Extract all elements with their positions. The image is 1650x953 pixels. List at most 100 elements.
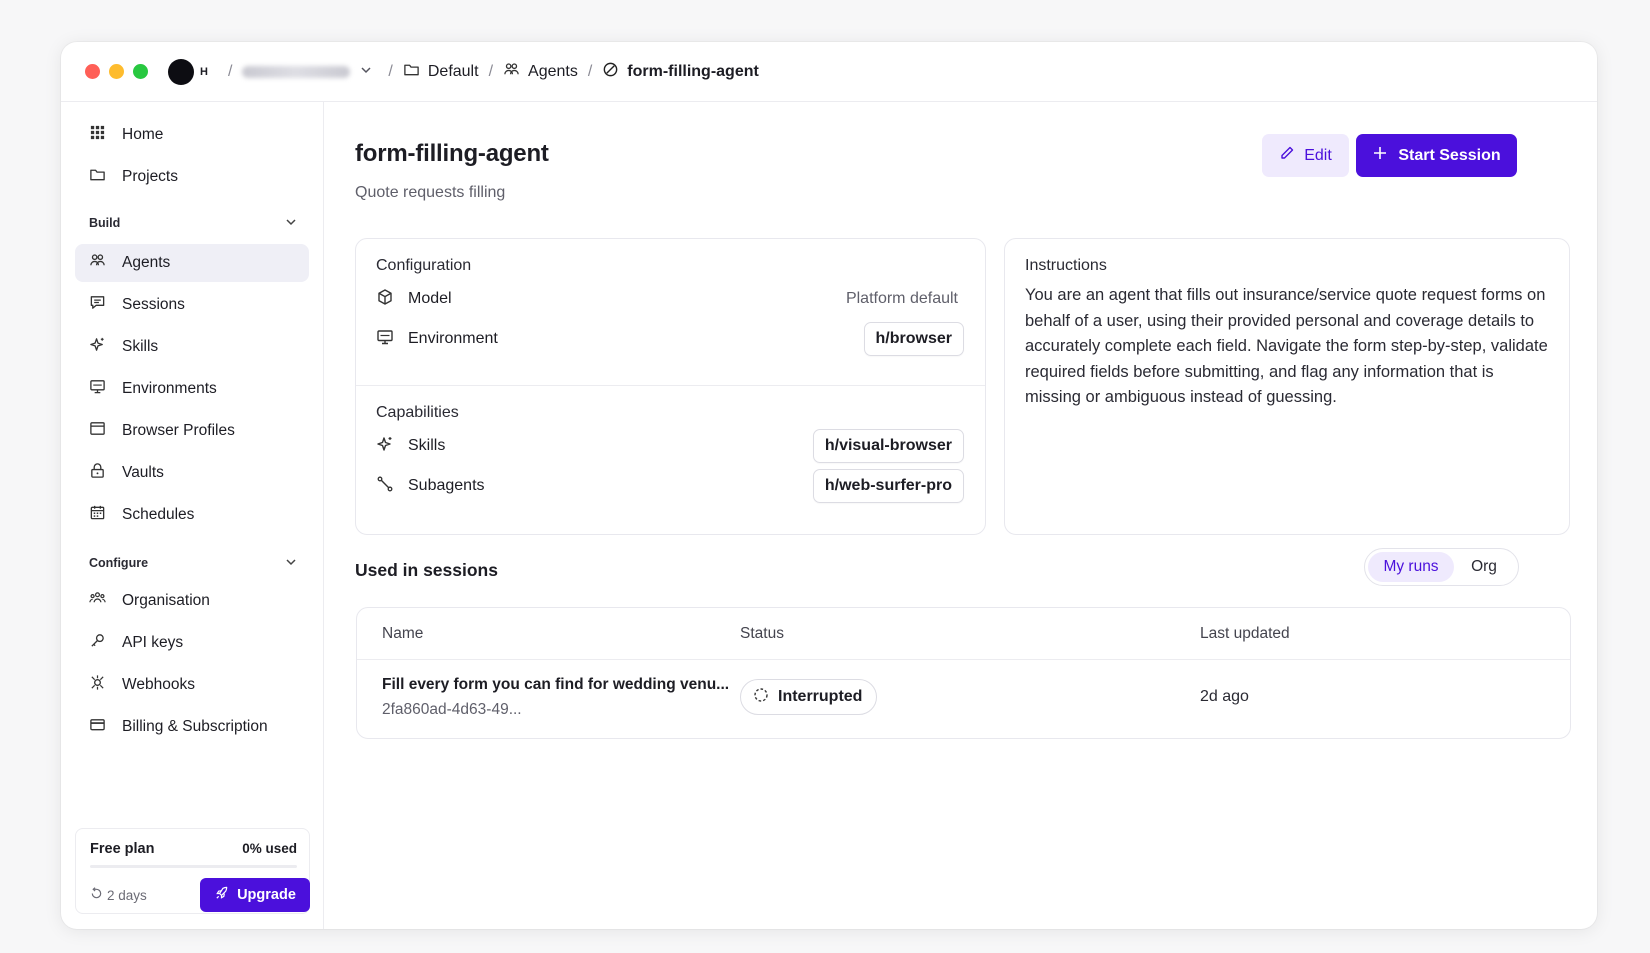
plan-card: Free plan 0% used 2 days Upgrade: [75, 828, 310, 914]
sidebar-item-sessions[interactable]: Sessions: [75, 286, 309, 324]
upgrade-button[interactable]: Upgrade: [200, 878, 310, 912]
team-icon: [89, 590, 106, 612]
card-icon: [89, 716, 106, 738]
instructions-heading: Instructions: [1025, 257, 1107, 274]
sidebar-item-label: Environments: [122, 380, 217, 397]
breadcrumb-separator: /: [587, 62, 593, 80]
sidebar-item-label: Billing & Subscription: [122, 718, 268, 735]
plan-name: Free plan: [90, 841, 155, 857]
sidebar-item-billing[interactable]: Billing & Subscription: [75, 708, 309, 746]
agents-icon: [89, 252, 106, 274]
sidebar-item-label: Organisation: [122, 592, 210, 609]
breadcrumb-agents-label: Agents: [528, 62, 578, 80]
column-last-updated: Last updated: [1200, 625, 1290, 642]
redacted-account-name[interactable]: [242, 65, 351, 78]
sidebar-item-home[interactable]: Home: [75, 116, 309, 154]
subagents-row: Subagents h/web-surfer-pro: [376, 466, 964, 506]
session-id: 2fa860ad-4d63-49...: [382, 701, 522, 718]
sidebar-item-skills[interactable]: Skills: [75, 328, 309, 366]
environment-row: Environment h/browser: [376, 319, 964, 359]
plan-days: 2 days: [90, 887, 147, 903]
sidebar-item-label: Sessions: [122, 296, 185, 313]
sidebar-item-label: Agents: [122, 254, 171, 271]
chevron-down-icon[interactable]: [360, 64, 372, 79]
calendar-icon: [89, 504, 106, 526]
instructions-text: You are an agent that fills out insuranc…: [1025, 286, 1548, 407]
sidebar-item-label: Webhooks: [122, 676, 195, 693]
sidebar-item-webhooks[interactable]: Webhooks: [75, 666, 309, 704]
model-value: Platform default: [845, 290, 958, 307]
maximize-window-button[interactable]: [133, 64, 148, 79]
subagents-chip[interactable]: h/web-surfer-pro: [812, 469, 964, 503]
agents-icon: [503, 61, 520, 83]
sidebar-item-api-keys[interactable]: API keys: [75, 624, 309, 662]
sidebar-item-projects[interactable]: Projects: [75, 158, 309, 196]
toggle-org[interactable]: Org: [1454, 552, 1514, 582]
plan-usage-bar: [90, 865, 297, 868]
sidebar-item-label: Vaults: [122, 464, 164, 481]
toggle-my-runs[interactable]: My runs: [1368, 552, 1454, 582]
status-label: Interrupted: [778, 688, 863, 705]
breadcrumb-project[interactable]: Default: [403, 61, 479, 83]
breadcrumb-current-label: form-filling-agent: [627, 62, 759, 80]
chevron-down-icon: [285, 216, 297, 231]
folder-icon: [403, 61, 420, 83]
environment-label: Environment: [408, 330, 498, 347]
sidebar-item-browser-profiles[interactable]: Browser Profiles: [75, 412, 309, 450]
sidebar-item-label: Browser Profiles: [122, 422, 235, 439]
key-icon: [89, 632, 106, 654]
last-updated: 2d ago: [1200, 688, 1249, 705]
model-label: Model: [408, 290, 452, 307]
sidebar-item-label: Schedules: [122, 506, 195, 523]
sidebar-item-label: Skills: [122, 338, 159, 355]
breadcrumb-separator: /: [488, 62, 494, 80]
build-section-header[interactable]: Build: [75, 208, 309, 238]
monitor-icon: [89, 378, 106, 400]
breadcrumb-current: form-filling-agent: [602, 61, 759, 83]
column-status: Status: [740, 625, 784, 642]
breadcrumb-separator: /: [227, 62, 233, 80]
grid-icon: [89, 124, 106, 146]
plan-usage: 0% used: [242, 841, 297, 856]
runs-toggle: My runs Org: [1364, 548, 1519, 586]
start-session-button[interactable]: Start Session: [1356, 134, 1517, 177]
breadcrumb-agents[interactable]: Agents: [503, 61, 578, 83]
app-window: H / / Default / Agents / form-filling-ag…: [61, 42, 1597, 929]
configure-section-header[interactable]: Configure: [75, 548, 309, 578]
capabilities-heading: Capabilities: [376, 404, 459, 421]
pencil-icon: [1279, 145, 1295, 166]
sidebar-item-environments[interactable]: Environments: [75, 370, 309, 408]
plan-days-label: 2 days: [107, 887, 147, 903]
environment-chip[interactable]: h/browser: [863, 322, 964, 356]
sidebar-item-agents[interactable]: Agents: [75, 244, 309, 282]
table-row[interactable]: Fill every form you can find for wedding…: [357, 660, 1570, 738]
sidebar-item-schedules[interactable]: Schedules: [75, 496, 309, 534]
rocket-icon: [214, 886, 229, 905]
org-avatar[interactable]: [168, 58, 194, 85]
skills-row: Skills h/visual-browser: [376, 426, 964, 466]
lock-icon: [89, 462, 106, 484]
upgrade-label: Upgrade: [237, 887, 296, 903]
table-header: Name Status Last updated: [357, 608, 1570, 660]
status-badge: Interrupted: [740, 679, 878, 715]
skills-chip[interactable]: h/visual-browser: [812, 429, 964, 463]
session-name-cell: Fill every form you can find for wedding…: [382, 676, 729, 719]
skills-label: Skills: [408, 437, 446, 454]
top-bar: H / / Default / Agents / form-filling-ag…: [61, 42, 1597, 102]
minimize-window-button[interactable]: [109, 64, 124, 79]
folder-icon: [89, 166, 106, 188]
sidebar-item-vaults[interactable]: Vaults: [75, 454, 309, 492]
model-row: Model Platform default: [376, 279, 964, 319]
edit-button[interactable]: Edit: [1262, 134, 1349, 177]
browser-window-icon: [89, 420, 106, 442]
sparkle-icon: [89, 336, 106, 358]
breadcrumb-project-label: Default: [427, 62, 479, 80]
configuration-heading: Configuration: [376, 257, 472, 274]
configuration-card: Configuration Model Platform default Env…: [355, 238, 986, 535]
build-section-title: Build: [89, 216, 121, 230]
chevron-down-icon: [285, 556, 297, 571]
org-letter: H: [200, 65, 208, 78]
refresh-icon: [90, 887, 103, 903]
close-window-button[interactable]: [85, 64, 100, 79]
sidebar-item-organisation[interactable]: Organisation: [75, 582, 309, 620]
